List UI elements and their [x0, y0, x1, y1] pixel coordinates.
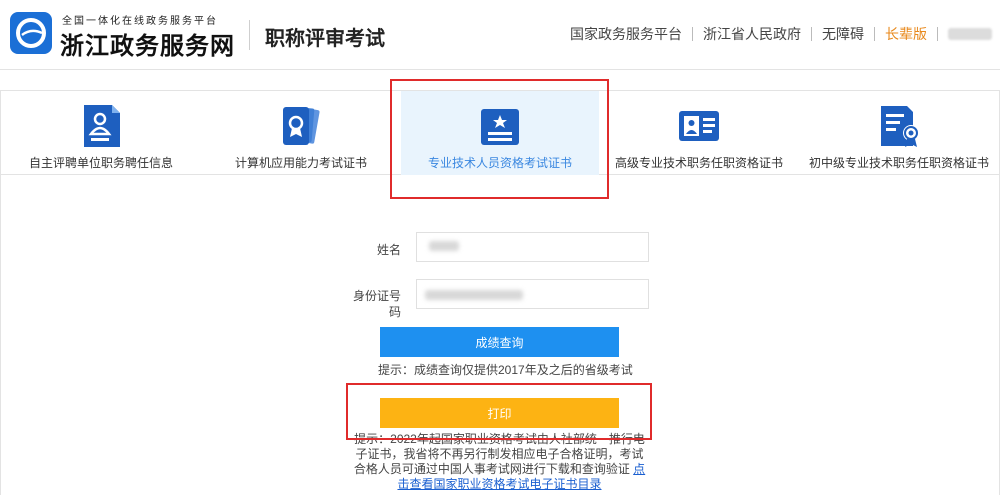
- tab-professional-qualification-cert[interactable]: 专业技术人员资格考试证书: [401, 91, 599, 175]
- tab-label: 初中级专业技术职务任职资格证书: [808, 156, 989, 170]
- nav-national-gov-platform[interactable]: 国家政务服务平台: [570, 24, 682, 44]
- print-button[interactable]: 打印: [380, 398, 619, 428]
- certificate-tabs: 自主评聘单位职务聘任信息 计算机应用能力考试证书 专业技术人员资格考试证书 高级…: [1, 91, 999, 175]
- nav-elder-mode[interactable]: 长辈版: [885, 24, 927, 44]
- query-tip: 提示：成绩查询仅提供2017年及之后的省级考试: [378, 363, 633, 377]
- tab-senior-title-cert[interactable]: 高级专业技术职务任职资格证书: [599, 91, 799, 175]
- nav-separator: [811, 27, 812, 41]
- id-number-label-line2: 码: [388, 305, 401, 319]
- header-divider: [249, 20, 250, 50]
- tab-label: 计算机应用能力考试证书: [234, 156, 367, 170]
- star-certificate-icon: [481, 109, 519, 145]
- tab-label: 高级专业技术职务任职资格证书: [614, 156, 783, 170]
- id-number-label: 身份证号 码: [341, 288, 401, 320]
- top-nav: 国家政务服务平台 浙江省人民政府 无障碍 长辈版: [570, 24, 992, 44]
- tab-label: 自主评聘单位职务聘任信息: [28, 156, 173, 170]
- print-tip: 提示：2022年起国家职业资格考试由人社部统一推行电子证书，我省将不再另行制发相…: [351, 432, 648, 492]
- print-tip-text: 提示：2022年起国家职业资格考试由人社部统一推行电子证书，我省将不再另行制发相…: [353, 432, 645, 476]
- id-number-label-line1: 身份证号: [352, 289, 401, 303]
- user-account-blurred[interactable]: [948, 28, 992, 40]
- nav-zhejiang-gov[interactable]: 浙江省人民政府: [703, 24, 801, 44]
- name-value-blurred: [429, 241, 459, 251]
- tab-computer-ability-cert[interactable]: 计算机应用能力考试证书: [201, 91, 401, 175]
- id-card-icon: [679, 111, 719, 141]
- tab-label: 专业技术人员资格考试证书: [427, 156, 572, 170]
- name-label: 姓名: [376, 243, 401, 257]
- document-badge-icon: [881, 106, 919, 147]
- zhejiang-gov-logo-icon[interactable]: [10, 12, 52, 54]
- page-header: 全国一体化在线政务服务平台 浙江政务服务网 职称评审考试 国家政务服务平台 浙江…: [0, 0, 1000, 70]
- nav-separator: [692, 27, 693, 41]
- nav-accessibility[interactable]: 无障碍: [822, 24, 864, 44]
- document-person-icon: [84, 105, 120, 147]
- id-number-value-blurred: [425, 290, 523, 300]
- nav-separator: [937, 27, 938, 41]
- tab-mid-junior-title-cert[interactable]: 初中级专业技术职务任职资格证书: [799, 91, 999, 175]
- score-query-button[interactable]: 成绩查询: [380, 327, 619, 357]
- logo-title[interactable]: 浙江政务服务网: [60, 26, 235, 61]
- logo-subtitle: 全国一体化在线政务服务平台: [62, 16, 218, 27]
- tab-self-employment-info[interactable]: 自主评聘单位职务聘任信息: [1, 91, 201, 175]
- content-panel: 自主评聘单位职务聘任信息 计算机应用能力考试证书 专业技术人员资格考试证书 高级…: [0, 90, 1000, 495]
- award-certificate-icon: [283, 107, 320, 145]
- nav-separator: [874, 27, 875, 41]
- site-title: 职称评审考试: [265, 28, 385, 50]
